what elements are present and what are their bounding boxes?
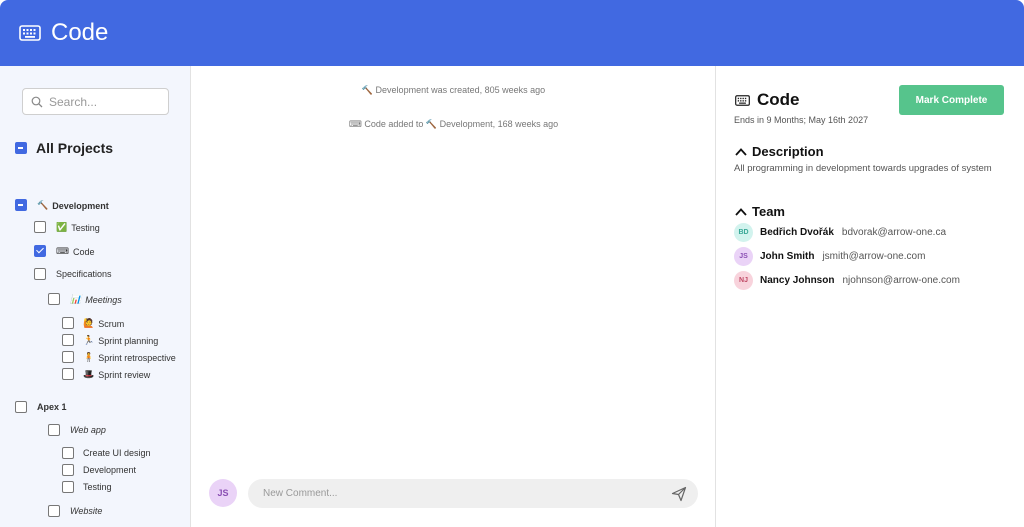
tree-item[interactable]: Apex 1 — [37, 402, 67, 412]
tree-item-checkbox[interactable] — [62, 464, 74, 476]
member-email[interactable]: njohnson@arrow-one.com — [842, 275, 959, 286]
activity-item: 🔨 Development was created, 805 weeks ago — [361, 85, 546, 95]
tree-item-checkbox[interactable] — [62, 447, 74, 459]
tree-item-icon: ✅ — [56, 222, 68, 232]
mark-complete-button[interactable]: Mark Complete — [899, 85, 1004, 115]
tree-item-label: Sprint review — [98, 369, 151, 380]
tree-item-label: Testing — [71, 222, 100, 233]
avatar: JS — [734, 246, 753, 266]
activity-panel: 🔨 Development was created, 805 weeks ago… — [191, 66, 716, 527]
tree-item-checkbox[interactable] — [15, 199, 27, 211]
page-title: Code — [51, 19, 109, 46]
tree-item[interactable]: ✅ Testing — [56, 222, 100, 233]
tree-item-checkbox[interactable] — [48, 505, 60, 517]
app-header: Code — [0, 0, 1024, 66]
detail-title: Code — [735, 90, 800, 110]
tree-item-checkbox[interactable] — [34, 221, 46, 233]
tree-item[interactable]: Specifications — [56, 269, 112, 279]
description-heading: Description — [752, 144, 824, 159]
tree-item-label: Website — [70, 506, 103, 516]
tree-item-label: Development — [83, 465, 137, 475]
tree-item[interactable]: 🙋 Scrum — [83, 318, 124, 329]
tree-item-label: Web app — [70, 425, 106, 435]
description-toggle[interactable]: Description — [735, 144, 824, 159]
tree-item[interactable]: 📊 Meetings — [70, 294, 122, 305]
tree-item[interactable]: 🔨 Development — [37, 200, 109, 211]
keyboard-icon — [19, 25, 41, 41]
tree-item[interactable]: 🧍 Sprint retrospective — [83, 352, 176, 363]
tree-item[interactable]: Development — [83, 465, 136, 475]
detail-panel: Code Ends in 9 Months; May 16th 2027 Mar… — [716, 66, 1024, 527]
all-projects-checkbox[interactable] — [15, 142, 27, 154]
tree-item-checkbox[interactable] — [62, 351, 74, 363]
member-name: Bedřich Dvořák — [760, 226, 834, 238]
keyboard-icon — [735, 94, 750, 106]
tree-item-label: Apex 1 — [37, 402, 67, 412]
send-icon[interactable] — [671, 486, 687, 502]
tree-item-checkbox[interactable] — [34, 268, 46, 280]
team-member: BD Bedřich Dvořák bdvorak@arrow-one.ca — [734, 222, 946, 242]
avatar: JS — [209, 479, 237, 507]
tree-item-label: Sprint planning — [98, 335, 159, 346]
tree-item-icon: 🧍 — [83, 352, 95, 362]
member-name: Nancy Johnson — [760, 274, 835, 286]
tree-item-label: Sprint retrospective — [98, 352, 176, 363]
chevron-up-icon — [735, 207, 747, 216]
member-name: John Smith — [760, 250, 815, 262]
member-email[interactable]: bdvorak@arrow-one.ca — [842, 227, 946, 238]
tree-item[interactable]: 🏃 Sprint planning — [83, 335, 158, 346]
tree-item[interactable]: Create UI design — [83, 448, 151, 458]
comment-input[interactable] — [263, 487, 643, 499]
tree-item[interactable]: Web app — [70, 425, 106, 435]
tree-item-icon: ⌨ — [56, 246, 69, 256]
tree-item-checkbox[interactable] — [48, 424, 60, 436]
team-member: NJ Nancy Johnson njohnson@arrow-one.com — [734, 270, 960, 290]
description-text: All programming in development towards u… — [734, 163, 992, 174]
tree-item-label: Specifications — [56, 269, 112, 279]
tree-item-label: Scrum — [98, 318, 125, 329]
member-email[interactable]: jsmith@arrow-one.com — [822, 251, 925, 262]
comment-bar: JS — [209, 477, 698, 509]
tree-item-icon: 🏃 — [83, 335, 95, 345]
team-heading: Team — [752, 204, 785, 219]
comment-box[interactable] — [248, 478, 698, 508]
tree-item[interactable]: Testing — [83, 482, 112, 492]
tree-item-label: Create UI design — [83, 448, 151, 458]
chevron-up-icon — [735, 147, 747, 156]
tree-item[interactable]: ⌨ Code — [56, 246, 95, 257]
detail-title-text: Code — [757, 90, 800, 109]
tree-item-label: Testing — [83, 482, 112, 492]
tree-item[interactable]: Website — [70, 506, 102, 516]
team-toggle[interactable]: Team — [735, 204, 785, 219]
avatar: BD — [734, 222, 753, 242]
search-input[interactable] — [49, 94, 159, 109]
tree-item-label: Code — [73, 246, 95, 257]
team-member: JS John Smith jsmith@arrow-one.com — [734, 246, 925, 266]
tree-item-checkbox[interactable] — [62, 481, 74, 493]
tree-item-checkbox[interactable] — [34, 245, 46, 257]
tree-item-icon: 🙋 — [83, 318, 95, 328]
activity-item: ⌨ Code added to 🔨 Development, 168 weeks… — [348, 119, 559, 129]
tree-item-checkbox[interactable] — [62, 334, 74, 346]
tree-item[interactable]: 🎩 Sprint review — [83, 369, 150, 380]
tree-item-checkbox[interactable] — [48, 293, 60, 305]
due-date: Ends in 9 Months; May 16th 2027 — [734, 115, 869, 125]
tree-item-label: Development — [52, 200, 109, 211]
tree-item-checkbox[interactable] — [15, 401, 27, 413]
avatar: NJ — [734, 270, 753, 290]
all-projects-label: All Projects — [36, 140, 114, 156]
sidebar: All Projects 🔨Development✅Testing⌨CodeSp… — [0, 66, 191, 527]
tree-item-icon: 🔨 — [37, 200, 49, 210]
tree-item-checkbox[interactable] — [62, 317, 74, 329]
tree-item-icon: 🎩 — [83, 369, 95, 379]
tree-item-icon: 📊 — [70, 294, 82, 304]
tree-item-label: Meetings — [85, 294, 122, 305]
tree-item-checkbox[interactable] — [62, 368, 74, 380]
search-box[interactable] — [22, 88, 169, 115]
search-icon — [31, 96, 43, 107]
